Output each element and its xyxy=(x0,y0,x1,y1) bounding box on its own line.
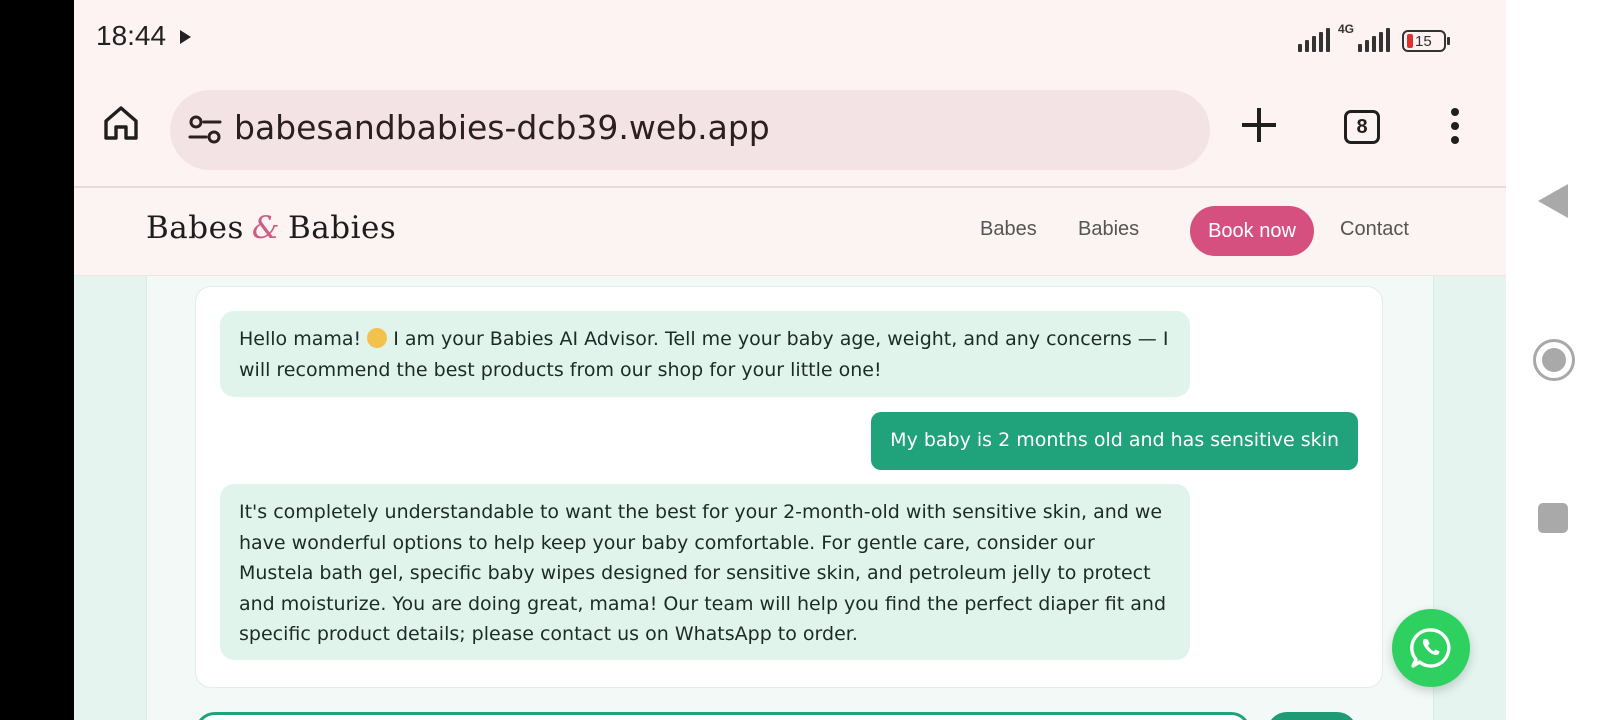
nav-contact[interactable]: Contact xyxy=(1340,218,1409,241)
more-vert-icon[interactable] xyxy=(1450,108,1460,144)
nav-babies[interactable]: Babies xyxy=(1078,218,1139,241)
address-bar[interactable]: babesandbabies-dcb39.web.app xyxy=(170,90,1210,170)
logo-amp: & xyxy=(251,210,280,246)
battery-fill xyxy=(1407,34,1414,48)
bot-message: It's completely understandable to want t… xyxy=(220,484,1190,660)
logo-left: Babes xyxy=(146,210,244,246)
phone-screen: 18:44 4G 15 babesandbabies-dcb39.web.app… xyxy=(74,0,1506,720)
play-icon xyxy=(180,30,191,44)
message-text: Hello mama! xyxy=(239,328,368,350)
battery-level: 15 xyxy=(1415,32,1432,50)
recents-icon[interactable] xyxy=(1538,503,1568,533)
status-icons: 4G 15 xyxy=(1298,22,1451,52)
left-bezel xyxy=(0,0,74,720)
browser-toolbar: babesandbabies-dcb39.web.app 8 xyxy=(74,74,1506,186)
logo-right: Babies xyxy=(287,210,397,246)
nav-babes[interactable]: Babes xyxy=(980,218,1037,241)
status-bar: 18:44 4G 15 xyxy=(74,0,1506,74)
plus-icon[interactable] xyxy=(1242,108,1276,142)
user-message: My baby is 2 months old and has sensitiv… xyxy=(871,412,1358,470)
book-now-button[interactable]: Book now xyxy=(1190,206,1314,256)
tune-icon[interactable] xyxy=(188,114,222,146)
back-icon[interactable] xyxy=(1538,184,1568,218)
signal-4g-icon xyxy=(1358,28,1391,52)
signal-icon xyxy=(1298,28,1330,52)
chat-window[interactable]: Hello mama! I am your Babies AI Advisor.… xyxy=(195,286,1383,688)
system-nav-bar xyxy=(1506,0,1600,720)
site-header: Babes & Babies Babes Babies Book now Conta… xyxy=(74,188,1506,276)
whatsapp-button[interactable] xyxy=(1392,609,1470,687)
advisor-panel: Hello mama! I am your Babies AI Advisor.… xyxy=(146,276,1434,720)
tabs-icon[interactable]: 8 xyxy=(1344,110,1380,144)
page-content: Hello mama! I am your Babies AI Advisor.… xyxy=(74,276,1506,720)
whatsapp-icon xyxy=(1410,628,1451,668)
network-label: 4G xyxy=(1338,22,1355,36)
status-time: 18:44 xyxy=(96,20,167,51)
baby-emoji xyxy=(367,328,388,348)
bot-message: Hello mama! I am your Babies AI Advisor.… xyxy=(220,311,1190,397)
url-text[interactable]: babesandbabies-dcb39.web.app xyxy=(234,108,770,147)
chat-input[interactable] xyxy=(195,712,1251,720)
home-icon[interactable] xyxy=(102,104,140,142)
home-circle-icon[interactable] xyxy=(1533,339,1575,381)
send-button[interactable] xyxy=(1267,712,1357,720)
battery-icon: 15 xyxy=(1402,30,1451,52)
site-logo[interactable]: Babes & Babies xyxy=(146,210,396,246)
